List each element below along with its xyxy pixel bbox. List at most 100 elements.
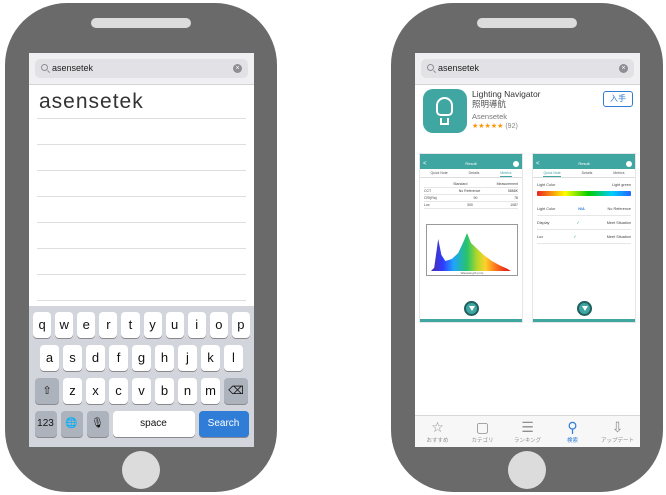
- star-icon: ☆: [431, 419, 444, 435]
- suggestion-list: asensetek: [29, 85, 254, 301]
- search-bar: asensetek ×: [415, 53, 640, 85]
- home-button[interactable]: [122, 451, 160, 489]
- key-s[interactable]: s: [63, 345, 82, 371]
- empty-suggestion-row: [37, 223, 246, 249]
- space-key[interactable]: space: [112, 411, 195, 437]
- spectrum-curve: [431, 233, 511, 271]
- shot-tab: Quick Note: [430, 171, 448, 175]
- microphone-icon[interactable]: 🎙: [86, 411, 109, 437]
- key-p[interactable]: p: [231, 312, 250, 338]
- shot-tabs: Quick Note Details Metrics: [533, 169, 635, 178]
- tab-label: ランキング: [513, 438, 542, 444]
- table-row: CCT No Reference 5886K: [424, 189, 518, 195]
- tab-categories[interactable]: ▢ カテゴリ: [461, 419, 505, 447]
- key-q[interactable]: q: [33, 312, 52, 338]
- search-input[interactable]: asensetek ×: [35, 59, 248, 78]
- delete-key[interactable]: ⌫: [224, 378, 248, 404]
- app-name: Lighting Navigator: [472, 89, 541, 99]
- home-button[interactable]: [508, 451, 546, 489]
- lightbulb-app-icon[interactable]: [423, 89, 467, 133]
- key-t[interactable]: t: [121, 312, 140, 338]
- key-k[interactable]: k: [201, 345, 220, 371]
- key-c[interactable]: c: [109, 378, 128, 404]
- app-info: Lighting Navigator 照明導航 Asensetek ★★★★★ …: [472, 89, 541, 132]
- footer-strip: [420, 319, 522, 322]
- shift-key[interactable]: ⇧: [35, 378, 59, 404]
- tab-updates[interactable]: ⇩ アップデート: [596, 419, 640, 447]
- search-icon: ⚲: [567, 419, 578, 435]
- keyboard-row-4: 123 🌐 🎙 space Search: [31, 411, 252, 437]
- search-key[interactable]: Search: [198, 411, 249, 437]
- list-item: Light Color N/A No Reference: [537, 202, 631, 216]
- screenshot-metrics: Result Quick Note Details Metrics Standa…: [419, 153, 523, 323]
- key-f[interactable]: f: [109, 345, 128, 371]
- empty-suggestion-row: [37, 171, 246, 197]
- key-a[interactable]: a: [40, 345, 59, 371]
- search-input[interactable]: asensetek ×: [421, 59, 634, 78]
- key-u[interactable]: u: [165, 312, 184, 338]
- key-o[interactable]: o: [209, 312, 228, 338]
- tab-label: カテゴリ: [471, 438, 494, 444]
- table-header: Standard Measurement: [424, 181, 518, 188]
- left-phone: asensetek × asensetek q w e r t y u i o …: [5, 3, 277, 492]
- search-query: asensetek: [438, 63, 480, 73]
- key-d[interactable]: d: [86, 345, 105, 371]
- suggestion-item[interactable]: asensetek: [37, 85, 246, 119]
- right-screen: asensetek × Lighting Navigator 照明導航 Asen…: [415, 53, 640, 447]
- globe-icon[interactable]: 🌐: [60, 411, 83, 437]
- shot-tab: Metrics: [613, 171, 625, 175]
- key-l[interactable]: l: [224, 345, 243, 371]
- shot-tab-active: Metrics: [500, 171, 512, 177]
- ranking-icon: ☰: [521, 419, 534, 435]
- rating-count: (92): [505, 123, 518, 130]
- app-store-tab-bar: ☆ おすすめ ▢ カテゴリ ☰ ランキング ⚲ 検索 ⇩ アップデート: [415, 415, 640, 447]
- empty-suggestion-row: [37, 275, 246, 301]
- clear-icon[interactable]: ×: [233, 64, 242, 73]
- key-h[interactable]: h: [155, 345, 174, 371]
- shot-nav-title: Result: [533, 159, 635, 169]
- key-j[interactable]: j: [178, 345, 197, 371]
- left-screen: asensetek × asensetek q w e r t y u i o …: [29, 53, 254, 447]
- right-phone: asensetek × Lighting Navigator 照明導航 Asen…: [391, 3, 663, 492]
- key-y[interactable]: y: [143, 312, 162, 338]
- tab-search[interactable]: ⚲ 検索: [551, 419, 595, 447]
- key-x[interactable]: x: [86, 378, 105, 404]
- tab-label: アップデート: [600, 438, 634, 444]
- key-e[interactable]: e: [77, 312, 96, 338]
- shot-nav-title: Result: [420, 159, 522, 169]
- key-w[interactable]: w: [55, 312, 74, 338]
- empty-suggestion-row: [37, 119, 246, 145]
- key-g[interactable]: g: [132, 345, 151, 371]
- bulb-shape: [436, 97, 453, 116]
- app-result[interactable]: Lighting Navigator 照明導航 Asensetek ★★★★★ …: [415, 85, 640, 139]
- keyboard: q w e r t y u i o p a s d f g h j k l ⇧ …: [29, 306, 254, 447]
- tab-featured[interactable]: ☆ おすすめ: [416, 419, 460, 447]
- key-z[interactable]: z: [63, 378, 82, 404]
- speaker-grill: [91, 18, 191, 28]
- numbers-key[interactable]: 123: [34, 411, 57, 437]
- metrics-table: Standard Measurement CCT No Reference 58…: [420, 178, 522, 212]
- shot-tab: Details: [468, 171, 480, 175]
- shot-tabs: Quick Note Details Metrics: [420, 169, 522, 178]
- filter-fab-icon: [577, 301, 592, 316]
- check-icon: ✓: [576, 221, 580, 225]
- search-query: asensetek: [52, 63, 94, 73]
- tab-ranking[interactable]: ☰ ランキング: [506, 419, 550, 447]
- app-developer: Asensetek: [472, 112, 508, 121]
- shot-tab-active: Quick Note: [543, 171, 561, 177]
- get-button[interactable]: 入手: [603, 91, 633, 107]
- check-icon: ✓: [573, 235, 577, 239]
- bulb-base: [440, 118, 449, 125]
- key-r[interactable]: r: [99, 312, 118, 338]
- key-m[interactable]: m: [201, 378, 220, 404]
- light-color-header: Light Color Light green: [537, 183, 631, 187]
- spectrum-chart: Wavelength (nm): [426, 224, 518, 276]
- table-row: CRI(Ra) 90 78: [424, 196, 518, 202]
- clear-icon[interactable]: ×: [619, 64, 628, 73]
- key-n[interactable]: n: [178, 378, 197, 404]
- key-b[interactable]: b: [155, 378, 174, 404]
- rating-stars: ★★★★★ (92): [472, 123, 518, 130]
- key-i[interactable]: i: [187, 312, 206, 338]
- app-subtitle: 照明導航: [472, 99, 507, 109]
- key-v[interactable]: v: [132, 378, 151, 404]
